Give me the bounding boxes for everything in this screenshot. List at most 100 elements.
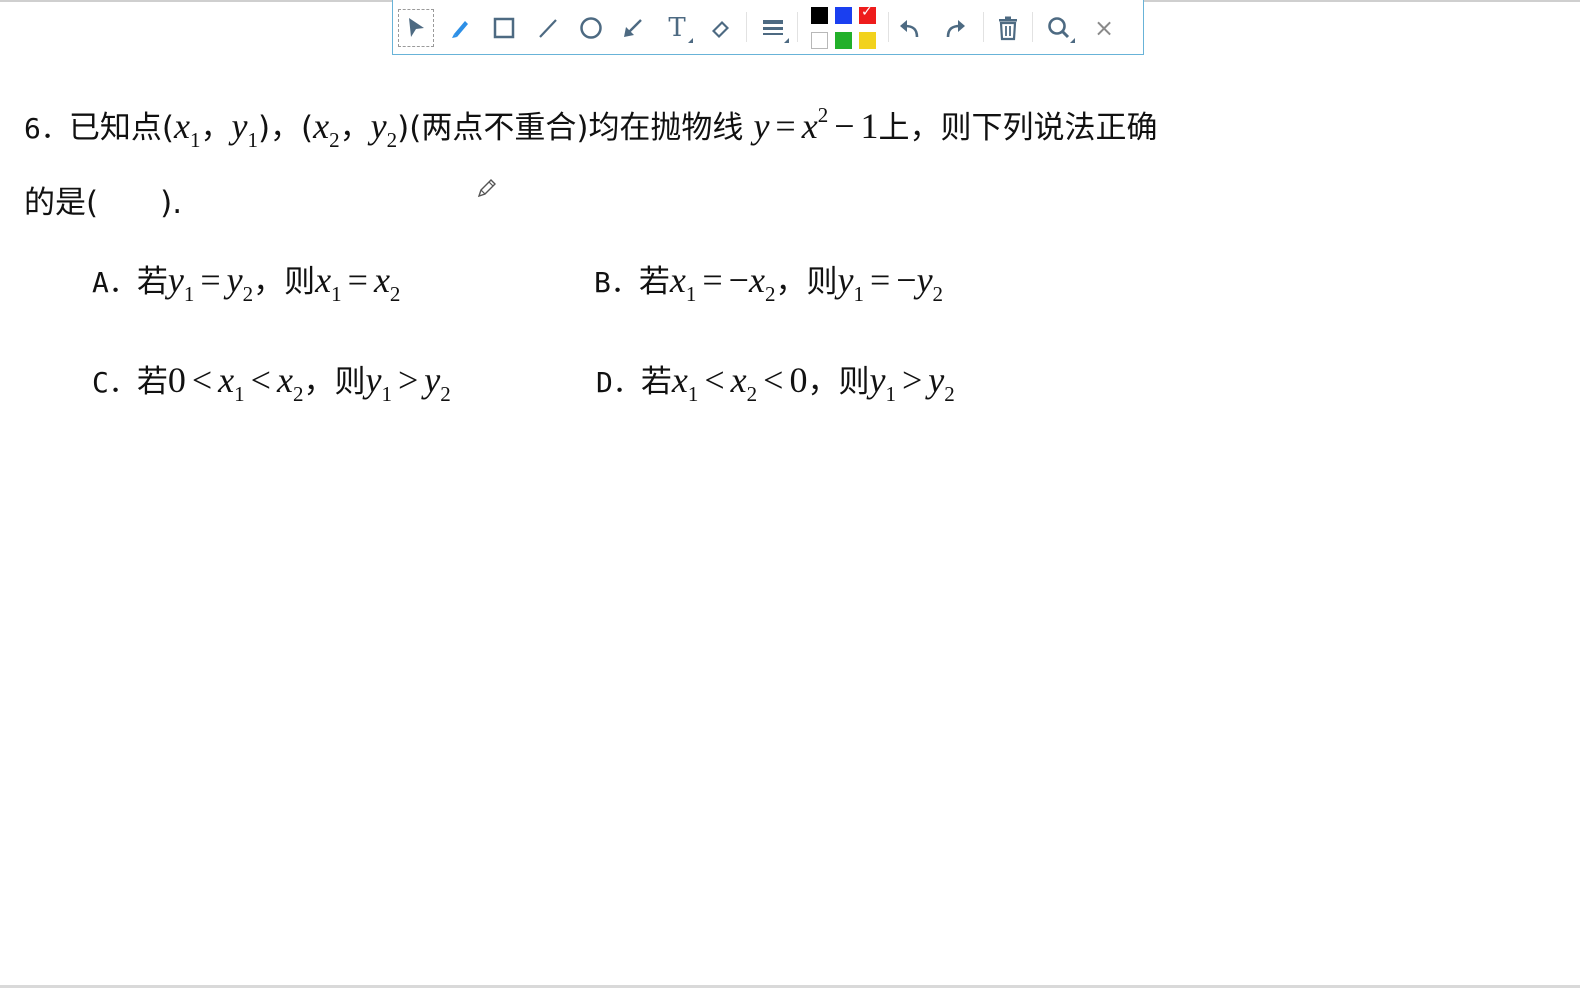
option-label: B．: [594, 266, 639, 299]
comma: ，: [807, 364, 839, 400]
color-swatch-yellow[interactable]: [859, 32, 876, 49]
comma: ，: [775, 264, 807, 300]
color-swatch-white[interactable]: [811, 32, 828, 49]
option-text: 若: [640, 364, 672, 400]
var-x2: x2: [730, 360, 758, 406]
right-paren: ): [257, 110, 271, 146]
close-icon: ×: [1093, 14, 1115, 42]
option-label: A．: [92, 266, 137, 299]
var-x2: x2: [373, 260, 401, 306]
less-than-sign: <: [704, 360, 725, 400]
clear-all-button[interactable]: [990, 9, 1026, 47]
var-x1: x1: [669, 260, 697, 306]
var-x1: x1: [315, 260, 342, 306]
option-text: 则: [838, 364, 870, 400]
question-stem-line-2: 的是( ).: [24, 186, 182, 219]
var-x2: x2: [313, 106, 340, 152]
color-swatch-black[interactable]: [811, 7, 828, 24]
var-x2: x2: [276, 360, 304, 406]
stem-text: 均在抛物线: [588, 110, 744, 146]
option-d[interactable]: D．若x1 < x2 <0，则y1 > y2: [596, 360, 955, 406]
comma: ，: [303, 364, 335, 400]
option-text: 若: [136, 264, 168, 300]
redo-icon: [943, 17, 967, 39]
option-a[interactable]: A．若y1 = y2，则x1 = x2: [92, 260, 401, 306]
circle-tool-button[interactable]: [573, 9, 609, 47]
color-swatch-green[interactable]: [835, 32, 852, 49]
toolbar-separator: [888, 12, 889, 42]
arrow-icon: [622, 17, 644, 39]
option-text: 则: [334, 364, 366, 400]
line-width-tool-button[interactable]: [755, 9, 791, 47]
var-y1: y1: [231, 106, 258, 152]
comma: ，: [270, 110, 302, 146]
question-number: 6．: [24, 112, 69, 145]
stem-text: 的是( ).: [24, 185, 183, 221]
var-y1: y1: [365, 360, 392, 406]
less-than-sign: <: [763, 360, 784, 400]
option-text: 则: [284, 264, 316, 300]
var-y2: y2: [424, 360, 451, 406]
var-y2: y2: [916, 260, 944, 306]
left-paren: (: [301, 110, 314, 146]
greater-than-sign: >: [397, 360, 419, 400]
redo-button[interactable]: [937, 9, 973, 47]
var-x2: x2: [748, 260, 776, 306]
stem-text: 上，则下列说法正确: [878, 110, 1158, 146]
dropdown-corner-icon: [688, 38, 693, 43]
eraser-icon: [709, 16, 733, 40]
undo-icon: [898, 17, 922, 39]
eraser-tool-button[interactable]: [703, 9, 739, 47]
annotation-toolbar: T ✓ ×: [392, 0, 1144, 55]
minus-sign: −: [896, 260, 917, 300]
equals-sign: =: [200, 260, 221, 300]
line-icon: [537, 17, 559, 39]
cursor-arrow-icon: [405, 16, 427, 40]
text-tool-icon: T: [668, 13, 686, 43]
option-text: 则: [806, 264, 838, 300]
comma: ，: [253, 264, 285, 300]
toolbar-separator: [746, 12, 747, 42]
text-tool-button[interactable]: T: [659, 9, 695, 47]
color-swatch-red[interactable]: ✓: [859, 4, 876, 24]
close-toolbar-button[interactable]: ×: [1086, 9, 1122, 47]
equals-sign: =: [347, 260, 368, 300]
left-paren: (: [161, 110, 174, 146]
equals-sign: =: [869, 260, 891, 300]
var-y2: y2: [370, 106, 398, 152]
toolbar-separator: [797, 12, 798, 42]
arrow-tool-button[interactable]: [615, 9, 651, 47]
dropdown-corner-icon: [784, 38, 789, 43]
color-swatch-blue[interactable]: [835, 7, 852, 24]
rectangle-tool-button[interactable]: [486, 9, 522, 47]
select-tool-button[interactable]: [398, 9, 434, 47]
minus-sign: −: [728, 260, 749, 300]
option-b[interactable]: B．若x1 = −x2，则y1 = −y2: [594, 260, 944, 306]
equation-equals: =: [775, 106, 796, 146]
undo-button[interactable]: [892, 9, 928, 47]
equation-minus: −: [834, 106, 855, 146]
toolbar-separator: [983, 12, 984, 42]
pen-tool-button[interactable]: [442, 9, 478, 47]
comma: ，: [339, 110, 371, 146]
line-tool-button[interactable]: [530, 9, 566, 47]
zoom-tool-button[interactable]: [1041, 9, 1077, 47]
equation-constant: 1: [860, 106, 879, 146]
selected-check-icon: ✓: [861, 4, 873, 20]
less-than-sign: <: [250, 360, 271, 400]
line-width-icon: [761, 17, 785, 39]
comma: ，: [200, 110, 232, 146]
option-label: C．: [92, 366, 137, 399]
var-y1: y1: [167, 260, 195, 306]
var-x1: x1: [218, 360, 245, 406]
option-c[interactable]: C．若0 < x1 < x2，则y1 > y2: [92, 360, 451, 406]
less-than-sign: <: [191, 360, 213, 400]
var-y1: y1: [837, 260, 864, 306]
circle-icon: [579, 16, 603, 40]
equation-x-squared: x2: [801, 103, 829, 146]
option-text: 若: [136, 364, 168, 400]
rectangle-icon: [493, 17, 515, 39]
pencil-cursor-icon: [476, 177, 498, 203]
equals-sign: =: [702, 260, 723, 300]
zero: 0: [167, 360, 186, 400]
